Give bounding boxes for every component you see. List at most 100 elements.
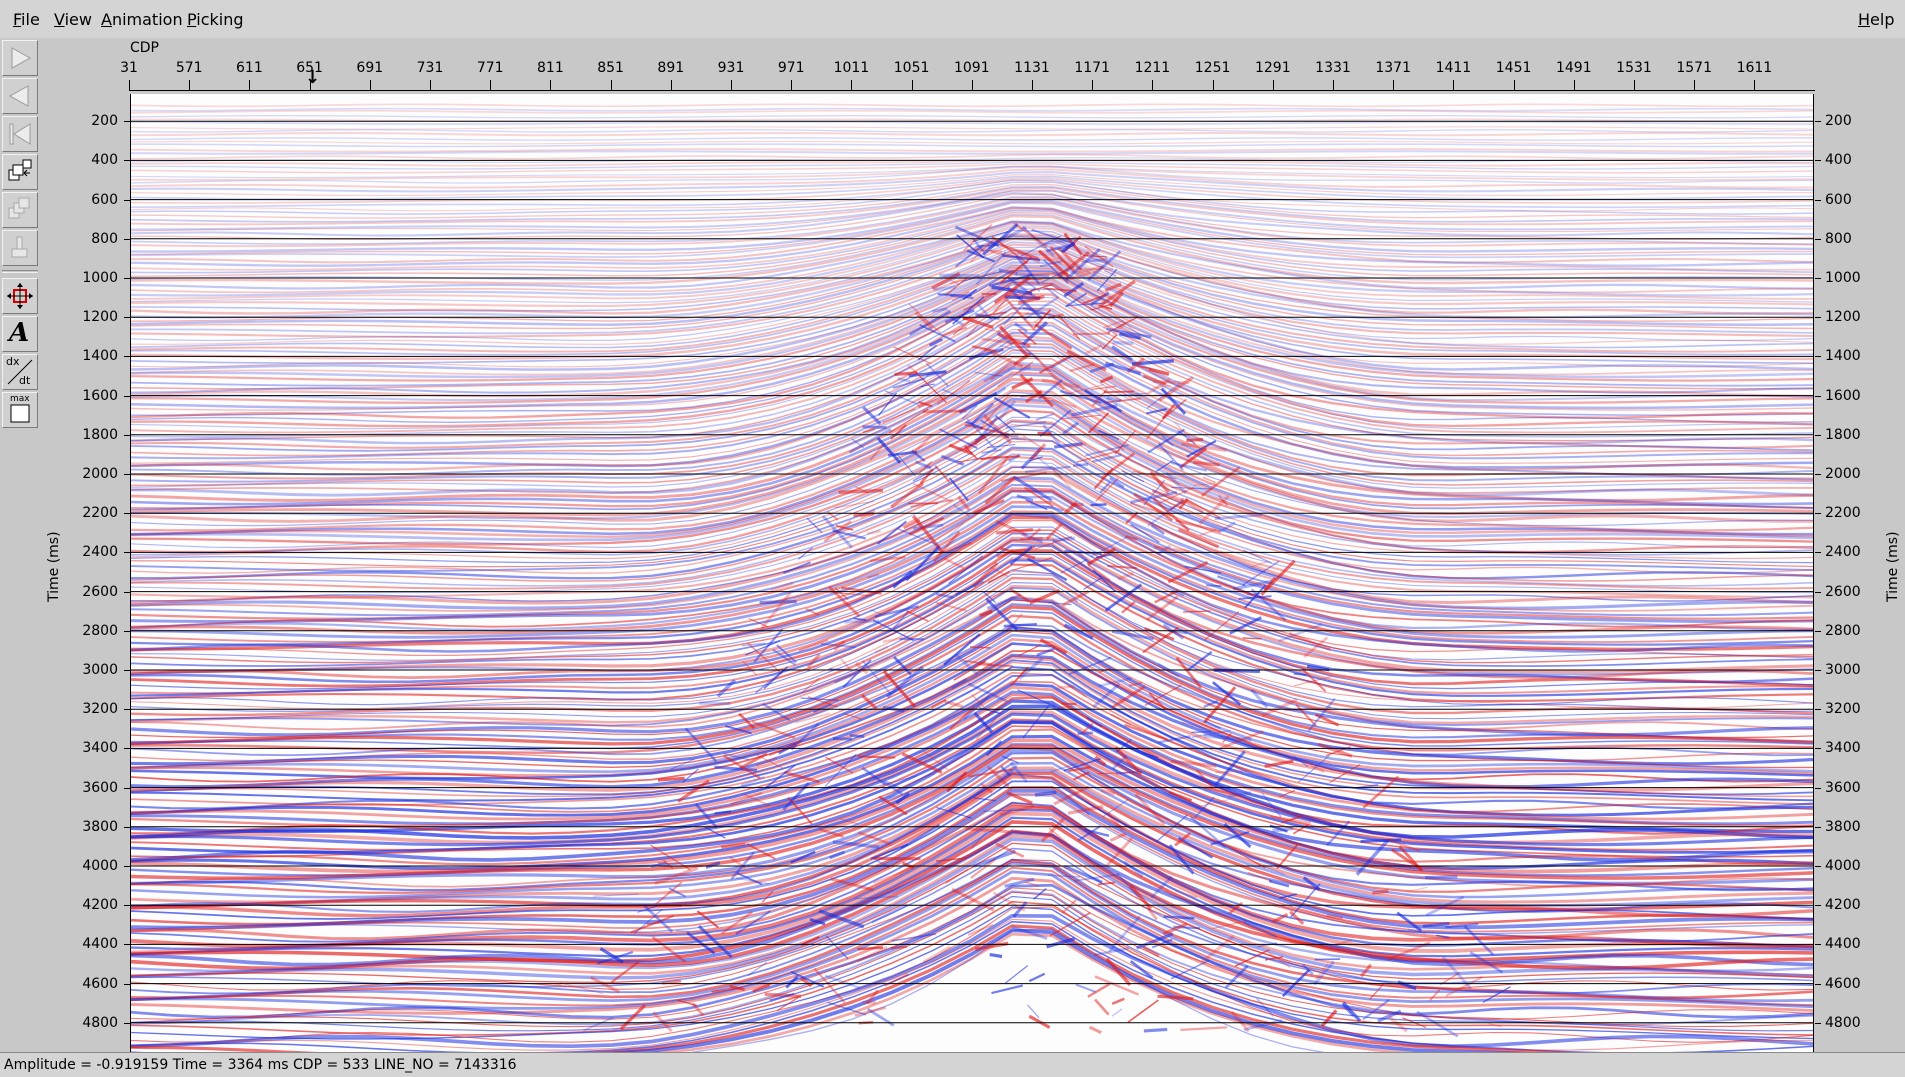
y-tick-label-right: 4000 — [1825, 858, 1861, 874]
y-tick-right — [1815, 435, 1821, 436]
seismic-section[interactable] — [130, 94, 1814, 1052]
y-tick-label-left: 1600 — [82, 388, 118, 404]
cdp-cursor-marker[interactable]: ↓ — [305, 69, 320, 87]
pan-zoom-button[interactable] — [2, 278, 38, 314]
menu-file[interactable]: File — [10, 10, 43, 30]
y-tick-right — [1815, 1023, 1821, 1024]
y-tick-label-right: 2800 — [1825, 623, 1861, 639]
play-forward-icon — [6, 44, 34, 72]
y-tick-label-left: 3800 — [82, 819, 118, 835]
diffraction-stroke — [839, 491, 883, 493]
y-tick-right — [1815, 396, 1821, 397]
diffraction-stroke — [1104, 392, 1134, 393]
diffraction-stroke — [1113, 343, 1134, 344]
reflector-trace — [131, 155, 1813, 159]
x-tick — [1393, 80, 1394, 90]
x-tick-label: 1251 — [1195, 60, 1231, 76]
rewind-to-start-icon — [6, 120, 34, 148]
velocity-dx-dt-button[interactable]: dx dt — [2, 354, 38, 390]
y-tick-right — [1815, 552, 1821, 553]
x-tick — [129, 80, 130, 90]
x-tick — [611, 80, 612, 90]
play-forward-button[interactable] — [2, 40, 38, 76]
y-tick-label-left: 3600 — [82, 780, 118, 796]
diffraction-stroke — [1425, 877, 1457, 878]
diffraction-stroke — [1191, 732, 1211, 733]
max-amplitude-button[interactable]: max — [2, 392, 38, 428]
diffraction-stroke — [1073, 334, 1110, 335]
x-axis-title: CDP — [130, 40, 159, 56]
window-stack-button[interactable] — [2, 192, 38, 228]
x-tick — [1152, 80, 1153, 90]
window-swap-button[interactable] — [2, 154, 38, 190]
y-tick-label-left: 2200 — [82, 505, 118, 521]
y-tick-label-left: 2600 — [82, 584, 118, 600]
y-tick-label-right: 4400 — [1825, 936, 1861, 952]
x-tick-label: 771 — [477, 60, 504, 76]
x-tick — [1694, 80, 1695, 90]
y-tick-label-right: 1800 — [1825, 427, 1861, 443]
x-tick — [912, 80, 913, 90]
toolbar-separator — [2, 270, 38, 273]
reflector-trace — [131, 138, 1813, 140]
diffraction-stroke — [1243, 638, 1262, 639]
diffraction-stroke — [1037, 649, 1055, 656]
x-tick — [671, 80, 672, 90]
window-swap-icon — [6, 158, 34, 186]
y-tick-right — [1815, 788, 1821, 789]
menu-animation[interactable]: Animation — [98, 10, 186, 30]
y-tick-label-left: 1200 — [82, 309, 118, 325]
x-tick — [851, 80, 852, 90]
reflector-trace — [131, 144, 1813, 146]
diffraction-stroke — [1051, 357, 1072, 369]
y-tick-label-left: 4600 — [82, 976, 118, 992]
play-backward-button[interactable] — [2, 78, 38, 114]
y-axis-title-right: Time (ms) — [1885, 531, 1901, 602]
x-tick-label: 1531 — [1616, 60, 1652, 76]
x-axis: 3157161165169173177181185189193197110111… — [129, 56, 1815, 94]
diffraction-stroke — [980, 611, 993, 615]
y-tick-label-right: 4200 — [1825, 897, 1861, 913]
y-tick-right — [1815, 827, 1821, 828]
diffraction-stroke — [1053, 538, 1075, 540]
y-tick-label-right: 3400 — [1825, 740, 1861, 756]
y-tick-right — [1815, 474, 1821, 475]
menu-bar: File View Animation Picking Help — [0, 0, 1905, 39]
diffraction-stroke — [853, 514, 873, 516]
y-tick-label-right: 3600 — [1825, 780, 1861, 796]
x-tick-label: 1131 — [1014, 60, 1050, 76]
x-tick — [1574, 80, 1575, 90]
y-tick-right — [1815, 709, 1821, 710]
x-tick-label: 811 — [537, 60, 564, 76]
x-tick-label: 31 — [120, 60, 138, 76]
dx-label: dx — [6, 356, 20, 368]
y-tick-label-left: 800 — [91, 231, 118, 247]
reflector-trace — [131, 133, 1813, 135]
reflector-trace — [131, 149, 1813, 152]
menu-help[interactable]: Help — [1855, 10, 1897, 30]
x-tick-label: 1491 — [1556, 60, 1592, 76]
y-tick-right — [1815, 748, 1821, 749]
x-tick-label: 851 — [597, 60, 624, 76]
diffraction-stroke — [1080, 269, 1113, 270]
menu-picking[interactable]: Picking — [184, 10, 247, 30]
x-tick — [791, 80, 792, 90]
y-tick-label-right: 2400 — [1825, 544, 1861, 560]
diffraction-stroke — [1036, 414, 1054, 420]
x-tick — [1213, 80, 1214, 90]
y-tick-label-right: 2600 — [1825, 584, 1861, 600]
brush-button[interactable] — [2, 230, 38, 266]
y-tick-label-left: 1800 — [82, 427, 118, 443]
annotate-text-button[interactable]: A — [2, 316, 38, 352]
y-tick-right — [1815, 239, 1821, 240]
diffraction-stroke — [1180, 1027, 1227, 1030]
rewind-to-start-button[interactable] — [2, 116, 38, 152]
diffraction-stroke — [1417, 1012, 1458, 1037]
y-tick-right — [1815, 356, 1821, 357]
x-tick — [1514, 80, 1515, 90]
x-tick — [1333, 80, 1334, 90]
diffraction-stroke — [1144, 1029, 1167, 1031]
pan-zoom-icon — [6, 282, 34, 310]
x-tick-label: 1571 — [1676, 60, 1712, 76]
menu-view[interactable]: View — [51, 10, 95, 30]
